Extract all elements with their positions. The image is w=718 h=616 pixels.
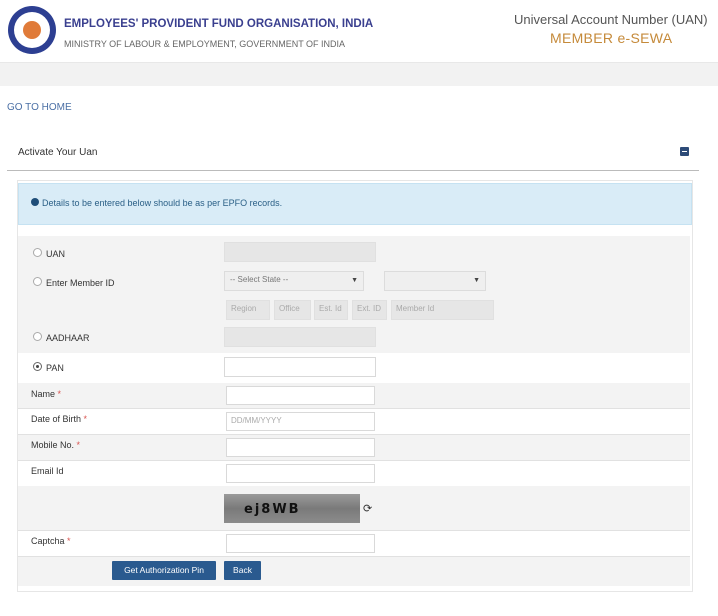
ministry-name: MINISTRY OF LABOUR & EMPLOYMENT, GOVERNM… [64, 39, 346, 49]
header-band [0, 63, 718, 86]
state-select[interactable]: -- Select State -- ▼ [224, 271, 364, 291]
panel-title: Activate Your Uan [18, 147, 98, 158]
name-label: Name * [31, 389, 61, 399]
get-authorization-pin-button[interactable]: Get Authorization Pin [112, 561, 216, 580]
dob-label: Date of Birth * [31, 414, 87, 424]
mobile-label-text: Mobile No. [31, 440, 75, 450]
collapse-icon[interactable] [680, 147, 689, 156]
captcha-image-text: ej8WB [244, 502, 301, 517]
org-name: EMPLOYEES' PROVIDENT FUND ORGANISATION, … [64, 18, 374, 30]
portal-name: MEMBER e-SEWA [550, 30, 673, 46]
uan-input[interactable] [224, 242, 376, 262]
mobile-input[interactable] [226, 438, 375, 457]
row-divider [18, 530, 690, 531]
alert-text: Details to be entered below should be as… [42, 198, 283, 208]
member-id-input[interactable]: Member Id [391, 300, 494, 320]
est-id-input[interactable]: Est. Id [314, 300, 348, 320]
row-divider [18, 556, 690, 557]
dob-input[interactable]: DD/MM/YYYY [226, 412, 375, 431]
chevron-down-icon: ▼ [351, 277, 358, 284]
name-input[interactable] [226, 386, 375, 405]
pan-label: PAN [46, 363, 64, 373]
email-input[interactable] [226, 464, 375, 483]
member-id-label: Enter Member ID [46, 278, 115, 288]
aadhaar-label: AADHAAR [46, 333, 90, 343]
pan-radio[interactable] [33, 362, 42, 371]
uan-label: UAN [46, 249, 66, 259]
dob-label-text: Date of Birth [31, 414, 82, 424]
panel-header [7, 136, 699, 171]
required-mark: * [83, 414, 88, 424]
back-button[interactable]: Back [224, 561, 261, 580]
required-mark: * [57, 389, 62, 399]
captcha-label-text: Captcha [31, 536, 65, 546]
uan-radio[interactable] [33, 248, 42, 257]
required-mark: * [76, 440, 81, 450]
aadhaar-input[interactable] [224, 327, 376, 347]
info-icon [31, 198, 39, 206]
captcha-label: Captcha * [31, 536, 71, 546]
row-divider [18, 408, 690, 409]
state-select-value: -- Select State -- [230, 275, 289, 284]
go-home-link[interactable]: GO TO HOME [7, 102, 72, 113]
mobile-label: Mobile No. * [31, 440, 80, 450]
office-code-input[interactable]: Office [274, 300, 311, 320]
aadhaar-radio[interactable] [33, 332, 42, 341]
required-mark: * [67, 536, 71, 546]
member-id-radio[interactable] [33, 277, 42, 286]
captcha-input[interactable] [226, 534, 375, 553]
logo-center [23, 21, 41, 39]
uan-title: Universal Account Number (UAN) [514, 12, 708, 27]
row-divider [18, 460, 690, 461]
chevron-down-icon: ▼ [473, 277, 480, 284]
email-label: Email Id [31, 466, 64, 476]
ext-id-input[interactable]: Ext. ID [352, 300, 387, 320]
pan-input[interactable] [224, 357, 376, 377]
name-label-text: Name [31, 389, 56, 399]
office-select[interactable]: ▼ [384, 271, 486, 291]
region-input[interactable]: Region [226, 300, 270, 320]
row-divider [18, 434, 690, 435]
refresh-icon[interactable]: ⟳ [363, 502, 372, 515]
